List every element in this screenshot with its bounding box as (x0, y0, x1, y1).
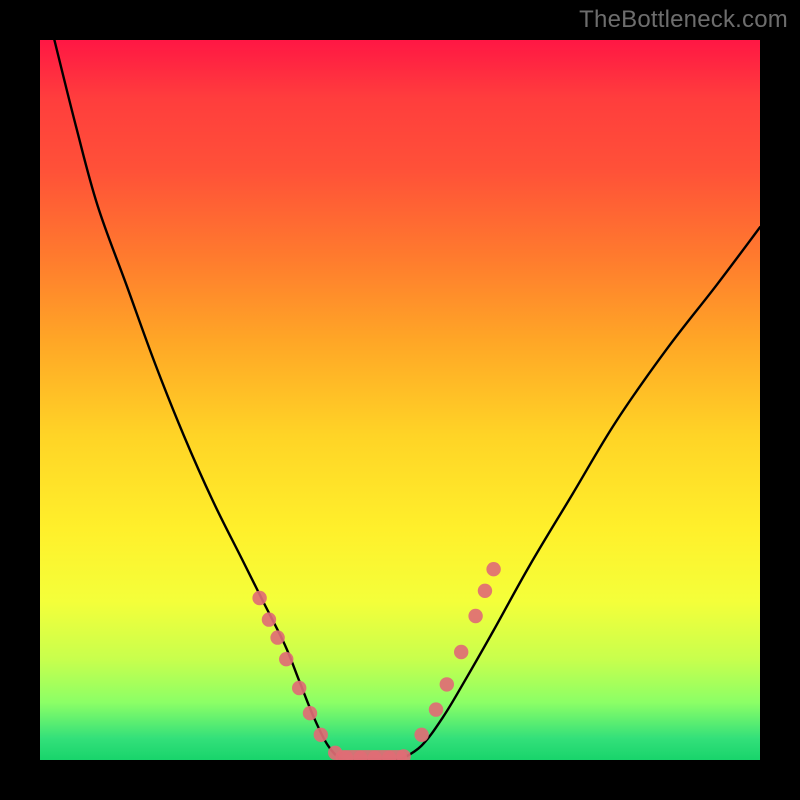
marker-dot (478, 584, 492, 598)
marker-dot (429, 702, 443, 716)
marker-dot (279, 652, 293, 666)
marker-dot (252, 591, 266, 605)
marker-dot (486, 562, 500, 576)
chart-canvas: TheBottleneck.com (0, 0, 800, 800)
marker-dot (414, 728, 428, 742)
watermark-text: TheBottleneck.com (579, 6, 788, 34)
chart-svg (40, 40, 760, 760)
marker-dot (270, 630, 284, 644)
plot-area (40, 40, 760, 760)
marker-dot (440, 677, 454, 691)
marker-group (252, 562, 500, 760)
marker-dot (292, 681, 306, 695)
marker-dot (262, 612, 276, 626)
marker-dot (314, 728, 328, 742)
marker-dot (468, 609, 482, 623)
marker-dot (454, 645, 468, 659)
bottleneck-curve (54, 40, 760, 760)
marker-dot (303, 706, 317, 720)
